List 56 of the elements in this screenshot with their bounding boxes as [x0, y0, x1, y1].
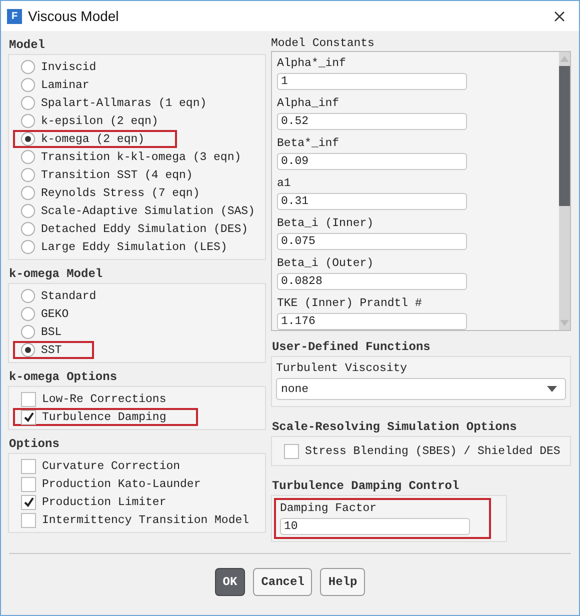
section-heading: Scale-Resolving Simulation Options [270, 419, 518, 436]
dialog-button[interactable]: Help [320, 568, 366, 596]
section-heading: Model Constants [270, 36, 376, 51]
field-label: a1 [276, 176, 292, 192]
field-label: Beta_i (Outer) [276, 256, 375, 272]
radio-option[interactable]: Large Eddy Simulation (LES) [13, 238, 234, 256]
section-heading: Turbulence Damping Control [270, 478, 460, 495]
radio-option[interactable]: BSL [13, 323, 68, 341]
field-label: Damping Factor [280, 501, 378, 517]
checkmark-icon [22, 411, 34, 423]
highlighted-checkbox-option[interactable]: Turbulence Damping [13, 408, 198, 426]
input-field[interactable]: 0.31 [276, 193, 467, 210]
section-heading: Options [8, 436, 60, 453]
checkbox-option[interactable]: Production Limiter [13, 493, 172, 511]
app-icon: F [7, 8, 22, 24]
radio-option[interactable]: Scale-Adaptive Simulation (SAS) [13, 202, 261, 220]
field-label: TKE (Inner) Prandtl # [276, 296, 423, 312]
field-label: Beta*_inf [276, 136, 340, 152]
field-label: Alpha*_inf [276, 56, 347, 72]
radio-option[interactable]: Reynolds Stress (7 eqn) [13, 184, 206, 202]
section-heading: User-Defined Functions [270, 339, 432, 356]
checkmark-icon [22, 496, 34, 508]
checkbox-option[interactable]: Production Kato-Launder [13, 475, 207, 493]
field-label: Turbulent Viscosity [276, 361, 408, 377]
radio-option[interactable]: Transition SST (4 eqn) [13, 166, 199, 184]
checkbox-option[interactable]: Intermittency Transition Model [13, 511, 256, 529]
section-heading: k-omega Model [8, 266, 104, 283]
input-field[interactable]: 1 [276, 73, 467, 90]
input-field[interactable]: 1.176 [276, 313, 467, 330]
section-heading: k-omega Options [8, 369, 118, 386]
radio-option[interactable]: Transition k-kl-omega (3 eqn) [13, 148, 248, 166]
input-field[interactable]: 0.09 [276, 153, 467, 170]
window-title: Viscous Model [28, 8, 120, 24]
radio-option[interactable]: Spalart-Allmaras (1 eqn) [13, 94, 213, 112]
input-field[interactable]: 0.0828 [276, 273, 467, 290]
field-label: Alpha_inf [276, 96, 340, 112]
close-icon[interactable] [554, 10, 565, 22]
radio-option[interactable]: Standard [13, 287, 102, 305]
radio-option[interactable]: Inviscid [13, 58, 102, 76]
dialog-button[interactable]: OK [214, 568, 246, 596]
dropdown[interactable]: none [276, 378, 566, 400]
input-field[interactable]: 10 [280, 518, 470, 535]
input-field[interactable]: 0.075 [276, 233, 467, 250]
checkbox-option[interactable]: Curvature Correction [13, 457, 186, 475]
radio-option[interactable]: k-epsilon (2 eqn) [13, 112, 164, 130]
radio-option[interactable]: GEKO [13, 305, 75, 323]
dialog-button[interactable]: Cancel [253, 568, 312, 596]
field-label: Beta_i (Inner) [276, 216, 375, 232]
section-heading: Model [8, 37, 46, 54]
input-field[interactable]: 0.52 [276, 113, 467, 130]
checkbox-option[interactable]: Low-Re Corrections [13, 390, 172, 408]
highlighted-radio-option[interactable]: SST [13, 341, 94, 359]
highlighted-radio-option[interactable]: k-omega (2 eqn) [13, 130, 177, 148]
radio-option[interactable]: Detached Eddy Simulation (DES) [13, 220, 254, 238]
dropdown-caret-icon [547, 386, 558, 392]
radio-option[interactable]: Laminar [13, 76, 96, 94]
